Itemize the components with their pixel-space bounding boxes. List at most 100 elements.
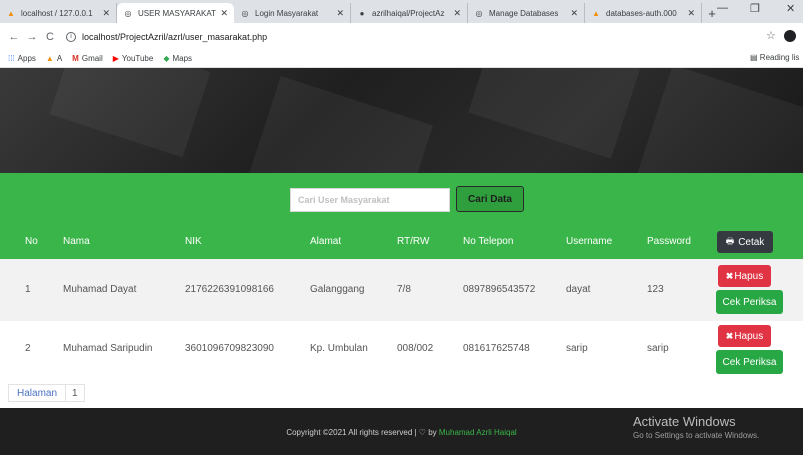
- page-link[interactable]: 1: [66, 384, 84, 402]
- phpmyadmin-icon: ▲: [7, 8, 15, 18]
- column-header-nama: Nama: [63, 236, 90, 247]
- tab-close-icon[interactable]: ✕: [570, 8, 578, 19]
- address-bar: ← → C i localhost/ProjectAzril/azrl/user…: [0, 23, 803, 50]
- browser-tab-user-masyarakat[interactable]: ◎ USER MASYARAKAT ✕: [117, 3, 234, 23]
- bookmark-label: A: [56, 54, 63, 63]
- cell-alamat: Galanggang: [310, 284, 365, 295]
- forward-icon[interactable]: →: [24, 31, 40, 43]
- bookmark-label: Maps: [172, 54, 193, 63]
- author-link[interactable]: Muhamad Azrli Haiqal: [439, 428, 517, 437]
- column-header-password: Password: [647, 236, 691, 247]
- tab-close-icon[interactable]: ✕: [102, 8, 110, 19]
- cell-nik: 3601096709823090: [185, 343, 274, 354]
- bookmark-label: Gmail: [81, 54, 103, 63]
- bookmark-apps[interactable]: ⁞⁞⁞ Apps: [8, 54, 36, 63]
- tab-close-icon[interactable]: ✕: [336, 8, 344, 19]
- minimize-icon[interactable]: —: [717, 2, 728, 14]
- browser-tab-phpmyadmin[interactable]: ▲ localhost / 127.0.0.1 ✕: [0, 3, 117, 23]
- tab-title: azrilhaiqal/ProjectAz: [372, 8, 445, 18]
- browser-tab-bar: ▲ localhost / 127.0.0.1 ✕ ◎ USER MASYARA…: [0, 0, 803, 23]
- print-button[interactable]: 🖶 Cetak: [717, 231, 773, 253]
- cell-username: dayat: [566, 284, 591, 295]
- bookmark-label: Apps: [17, 54, 36, 63]
- reload-icon[interactable]: C: [42, 31, 58, 43]
- column-header-alamat: Alamat: [310, 236, 342, 247]
- tab-title: USER MASYARAKAT: [138, 8, 216, 18]
- close-icon: ✖: [725, 270, 734, 281]
- print-button-label: Cetak: [738, 236, 765, 248]
- maps-icon: ◆: [163, 54, 170, 63]
- cell-nik: 2176226391098166: [185, 284, 274, 295]
- cell-no: 1: [25, 284, 31, 295]
- bookmark-maps[interactable]: ◆ Maps: [163, 54, 192, 63]
- printer-icon: 🖶: [725, 236, 735, 246]
- youtube-icon: ▶: [112, 54, 119, 63]
- bookmark-gmail[interactable]: M Gmail: [72, 54, 103, 63]
- delete-button[interactable]: ✖ Hapus: [718, 265, 771, 287]
- check-button[interactable]: Cek Periksa: [716, 290, 783, 314]
- globe-icon: ◎: [241, 8, 249, 18]
- tab-title: Manage Databases: [489, 8, 559, 18]
- tab-close-icon[interactable]: ✕: [453, 8, 461, 19]
- cell-telepon: 081617625748: [463, 343, 530, 354]
- search-button[interactable]: Cari Data: [456, 186, 524, 212]
- cell-no: 2: [25, 343, 31, 354]
- cell-nama: Muhamad Dayat: [63, 284, 137, 295]
- tab-close-icon[interactable]: ✕: [220, 8, 228, 19]
- tab-title: localhost / 127.0.0.1: [21, 8, 93, 18]
- phpmyadmin-icon: ▲: [45, 54, 54, 63]
- cell-telepon: 0897896543572: [463, 284, 536, 295]
- column-header-rtrw: RT/RW: [397, 236, 430, 247]
- browser-tab-databases-auth[interactable]: ▲ databases-auth.000 ✕: [585, 3, 702, 23]
- windows-activation-title: Activate Windows: [633, 414, 736, 429]
- bookmark-youtube[interactable]: ▶ YouTube: [113, 54, 154, 63]
- copyright-label: Copyright ©2021 All rights reserved | ♡ …: [286, 428, 437, 437]
- search-input[interactable]: [290, 188, 450, 212]
- close-icon: ✖: [725, 330, 734, 341]
- column-header-nik: NIK: [185, 236, 202, 247]
- column-header-username: Username: [566, 236, 613, 247]
- globe-icon: ◎: [124, 8, 132, 18]
- windows-activation-subtitle: Go to Settings to activate Windows.: [633, 431, 760, 440]
- tab-title: Login Masyarakat: [255, 8, 319, 18]
- reading-list-icon: ▤: [750, 53, 758, 62]
- tab-close-icon[interactable]: ✕: [687, 8, 695, 19]
- cell-nama: Muhamad Saripudin: [63, 343, 153, 354]
- github-icon: ●: [359, 8, 365, 18]
- pagination-label: Halaman: [9, 384, 67, 402]
- info-icon[interactable]: i: [66, 31, 76, 42]
- cell-rtrw: 7/8: [397, 284, 411, 295]
- cell-rtrw: 008/002: [397, 343, 434, 354]
- cell-password: sarip: [647, 343, 669, 354]
- reading-list[interactable]: ▤ Reading lis: [750, 53, 799, 62]
- cell-username: sarip: [566, 343, 588, 354]
- delete-button-label: Hapus: [734, 330, 764, 342]
- bookmarks-bar: ⁞⁞⁞ Apps ▲ A M Gmail ▶ YouTube ◆ Maps: [0, 50, 803, 68]
- phpmyadmin-icon: ▲: [592, 8, 600, 18]
- browser-tab-github[interactable]: ● azrilhaiqal/ProjectAz ✕: [351, 3, 468, 23]
- hero-banner: [0, 68, 803, 173]
- cell-alamat: Kp. Umbulan: [310, 343, 368, 354]
- delete-button[interactable]: ✖ Hapus: [718, 325, 771, 347]
- profile-avatar[interactable]: [784, 30, 796, 42]
- globe-icon: ◎: [475, 8, 483, 18]
- pagination: Halaman 1: [8, 384, 85, 402]
- gmail-icon: M: [72, 54, 79, 63]
- delete-button-label: Hapus: [734, 270, 764, 282]
- url-text: localhost/ProjectAzril/azrl/user_masarak…: [82, 31, 268, 42]
- tab-title: databases-auth.000: [606, 8, 677, 18]
- check-button[interactable]: Cek Periksa: [716, 350, 783, 374]
- back-icon[interactable]: ←: [6, 31, 22, 43]
- url-field[interactable]: i localhost/ProjectAzril/azrl/user_masar…: [66, 31, 268, 42]
- bookmark-label: YouTube: [121, 54, 154, 63]
- apps-grid-icon: ⁞⁞⁞: [8, 54, 15, 63]
- column-header-telepon: No Telepon: [463, 236, 514, 247]
- bookmark-star-icon[interactable]: ☆: [766, 29, 776, 42]
- browser-tab-login[interactable]: ◎ Login Masyarakat ✕: [234, 3, 351, 23]
- browser-tab-manage-databases[interactable]: ◎ Manage Databases ✕: [468, 3, 585, 23]
- restore-icon[interactable]: ❐: [750, 2, 760, 15]
- column-header-no: No: [25, 236, 38, 247]
- close-window-icon[interactable]: ✕: [786, 2, 795, 15]
- reading-list-label: Reading lis: [759, 53, 800, 62]
- bookmark-a[interactable]: ▲ A: [46, 54, 62, 63]
